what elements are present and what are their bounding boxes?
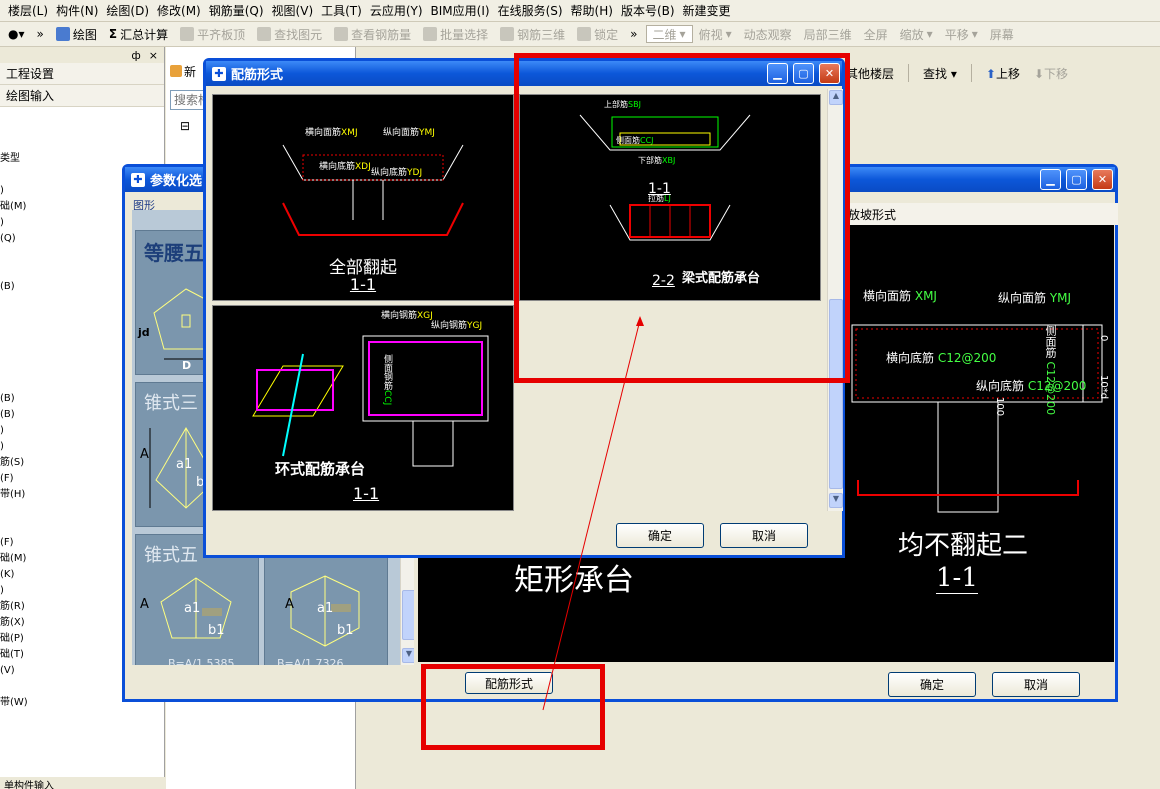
- annotation-arrow: [542, 316, 644, 711]
